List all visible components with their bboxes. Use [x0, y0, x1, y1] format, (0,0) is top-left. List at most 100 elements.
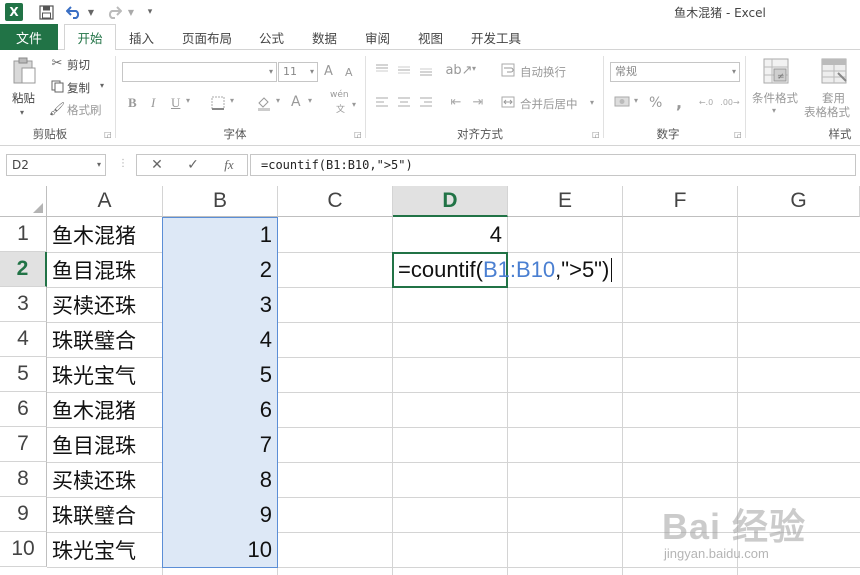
merge-dropdown-icon[interactable]: ▾ [590, 98, 594, 107]
copy-icon[interactable] [50, 79, 64, 93]
paste-button[interactable]: 粘贴 [12, 90, 35, 106]
cell-b1[interactable]: 1 [163, 218, 278, 252]
column-header-e[interactable]: E [508, 186, 623, 217]
paste-dropdown-icon[interactable]: ▾ [20, 108, 24, 117]
format-painter-button[interactable]: 格式刷 [67, 102, 102, 118]
column-header-c[interactable]: C [278, 186, 393, 217]
number-launcher-icon[interactable]: ◲ [734, 130, 742, 139]
cell-b9[interactable]: 9 [163, 498, 278, 532]
customize-quick-access-icon[interactable]: ▾ [144, 3, 156, 21]
cell-b5[interactable]: 5 [163, 358, 278, 392]
copy-button[interactable]: 复制 [67, 80, 90, 96]
name-box-dropdown-icon[interactable]: ▾ [97, 155, 101, 175]
row-header-7[interactable]: 7 [0, 427, 47, 462]
cancel-icon[interactable]: ✕ [145, 156, 169, 174]
underline-dropdown-icon[interactable]: ▾ [186, 96, 190, 105]
orientation-icon[interactable]: ab↗ [445, 62, 472, 78]
align-top-icon[interactable] [372, 62, 392, 78]
formula-input[interactable]: =countif(B1:B10,">5") [250, 154, 856, 176]
column-header-a[interactable]: A [47, 186, 163, 217]
name-box[interactable]: D2 ▾ [6, 154, 106, 176]
borders-dropdown-icon[interactable]: ▾ [230, 96, 234, 105]
column-header-b[interactable]: B [163, 186, 278, 217]
align-bottom-icon[interactable] [416, 62, 436, 78]
grow-font-button[interactable]: A [324, 64, 333, 79]
font-name-combo[interactable]: ▾ [122, 62, 277, 82]
shrink-font-button[interactable]: A [345, 66, 353, 79]
insert-function-icon[interactable]: fx [217, 156, 241, 174]
tab-home[interactable]: 开始 [64, 24, 116, 51]
tab-developer[interactable]: 开发工具 [471, 24, 521, 50]
format-painter-icon[interactable]: 🖌 [49, 102, 66, 117]
increase-decimal-icon[interactable]: ←.0 [696, 94, 716, 110]
cell-b3[interactable]: 3 [163, 288, 278, 322]
merge-center-icon[interactable] [500, 94, 516, 110]
row-header-3[interactable]: 3 [0, 287, 47, 322]
row-header-8[interactable]: 8 [0, 462, 47, 497]
orientation-dropdown-icon[interactable]: ▾ [472, 64, 476, 73]
tab-view[interactable]: 视图 [418, 24, 443, 50]
cell-a4[interactable]: 珠联璧合 [47, 323, 162, 357]
underline-button[interactable]: U [171, 95, 180, 111]
number-format-combo[interactable]: 常规 ▾ [610, 62, 740, 82]
font-color-dropdown-icon[interactable]: ▾ [308, 96, 312, 105]
undo-icon[interactable] [66, 3, 82, 21]
tab-data[interactable]: 数据 [312, 24, 337, 50]
column-header-d[interactable]: D [393, 186, 508, 217]
excel-logo-icon[interactable]: X [5, 3, 23, 21]
row-header-10[interactable]: 10 [0, 532, 47, 567]
accounting-format-icon[interactable] [612, 94, 632, 110]
undo-dropdown-icon[interactable]: ▼ [86, 3, 96, 21]
phonetic-dropdown-icon[interactable]: ▾ [352, 100, 356, 109]
redo-icon[interactable] [106, 3, 122, 21]
percent-button[interactable]: % [649, 95, 662, 111]
align-right-icon[interactable] [416, 94, 436, 110]
row-header-1[interactable]: 1 [0, 217, 47, 252]
decrease-decimal-icon[interactable]: .00→ [720, 94, 740, 110]
font-launcher-icon[interactable]: ◲ [354, 130, 362, 139]
cell-a6[interactable]: 鱼木混猪 [47, 393, 162, 427]
cell-b6[interactable]: 6 [163, 393, 278, 427]
wrap-text-button[interactable]: 自动换行 [520, 64, 566, 80]
select-all-button[interactable] [0, 186, 47, 217]
tab-file[interactable]: 文件 [0, 24, 58, 50]
font-color-button[interactable]: A [291, 94, 301, 110]
conditional-formatting-icon[interactable]: ≠ [760, 56, 792, 86]
format-as-table-icon[interactable] [818, 56, 850, 86]
align-middle-icon[interactable] [394, 62, 414, 78]
italic-button[interactable]: I [151, 95, 155, 111]
cell-a8[interactable]: 买椟还珠 [47, 463, 162, 497]
cell-a10[interactable]: 珠光宝气 [47, 533, 162, 567]
fill-color-icon[interactable] [254, 94, 274, 112]
alignment-launcher-icon[interactable]: ◲ [592, 130, 600, 139]
column-header-f[interactable]: F [623, 186, 738, 217]
cell-d1[interactable]: 4 [393, 218, 508, 252]
cell-b10[interactable]: 10 [163, 533, 278, 567]
formula-bar-grip-icon[interactable]: ⋮ [118, 158, 128, 169]
tab-formulas[interactable]: 公式 [259, 24, 284, 50]
decrease-indent-icon[interactable]: ⇤ [446, 94, 466, 110]
tab-review[interactable]: 审阅 [365, 24, 390, 50]
cell-a9[interactable]: 珠联璧合 [47, 498, 162, 532]
enter-icon[interactable]: ✓ [181, 156, 205, 174]
cell-b8[interactable]: 8 [163, 463, 278, 497]
cell-editor[interactable]: =countif(B1:B10 ,">5") [398, 252, 613, 288]
align-center-icon[interactable] [394, 94, 414, 110]
bold-button[interactable]: B [128, 95, 137, 111]
cell-a2[interactable]: 鱼目混珠 [47, 253, 162, 287]
cell-a7[interactable]: 鱼目混珠 [47, 428, 162, 462]
row-header-4[interactable]: 4 [0, 322, 47, 357]
cut-button[interactable]: 剪切 [67, 57, 90, 73]
phonetic-button[interactable]: wén [330, 90, 349, 100]
accounting-dropdown-icon[interactable]: ▾ [634, 96, 638, 105]
redo-dropdown-icon[interactable]: ▼ [126, 3, 136, 21]
align-left-icon[interactable] [372, 94, 392, 110]
column-header-g[interactable]: G [738, 186, 860, 217]
conditional-formatting-dropdown-icon[interactable]: ▾ [772, 106, 776, 115]
scissors-icon[interactable]: ✂ [50, 56, 64, 71]
row-header-2[interactable]: 2 [0, 252, 47, 287]
row-header-5[interactable]: 5 [0, 357, 47, 392]
copy-dropdown-icon[interactable]: ▾ [100, 81, 104, 90]
merge-center-button[interactable]: 合并后居中 [520, 96, 578, 112]
wrap-text-icon[interactable] [500, 62, 516, 78]
